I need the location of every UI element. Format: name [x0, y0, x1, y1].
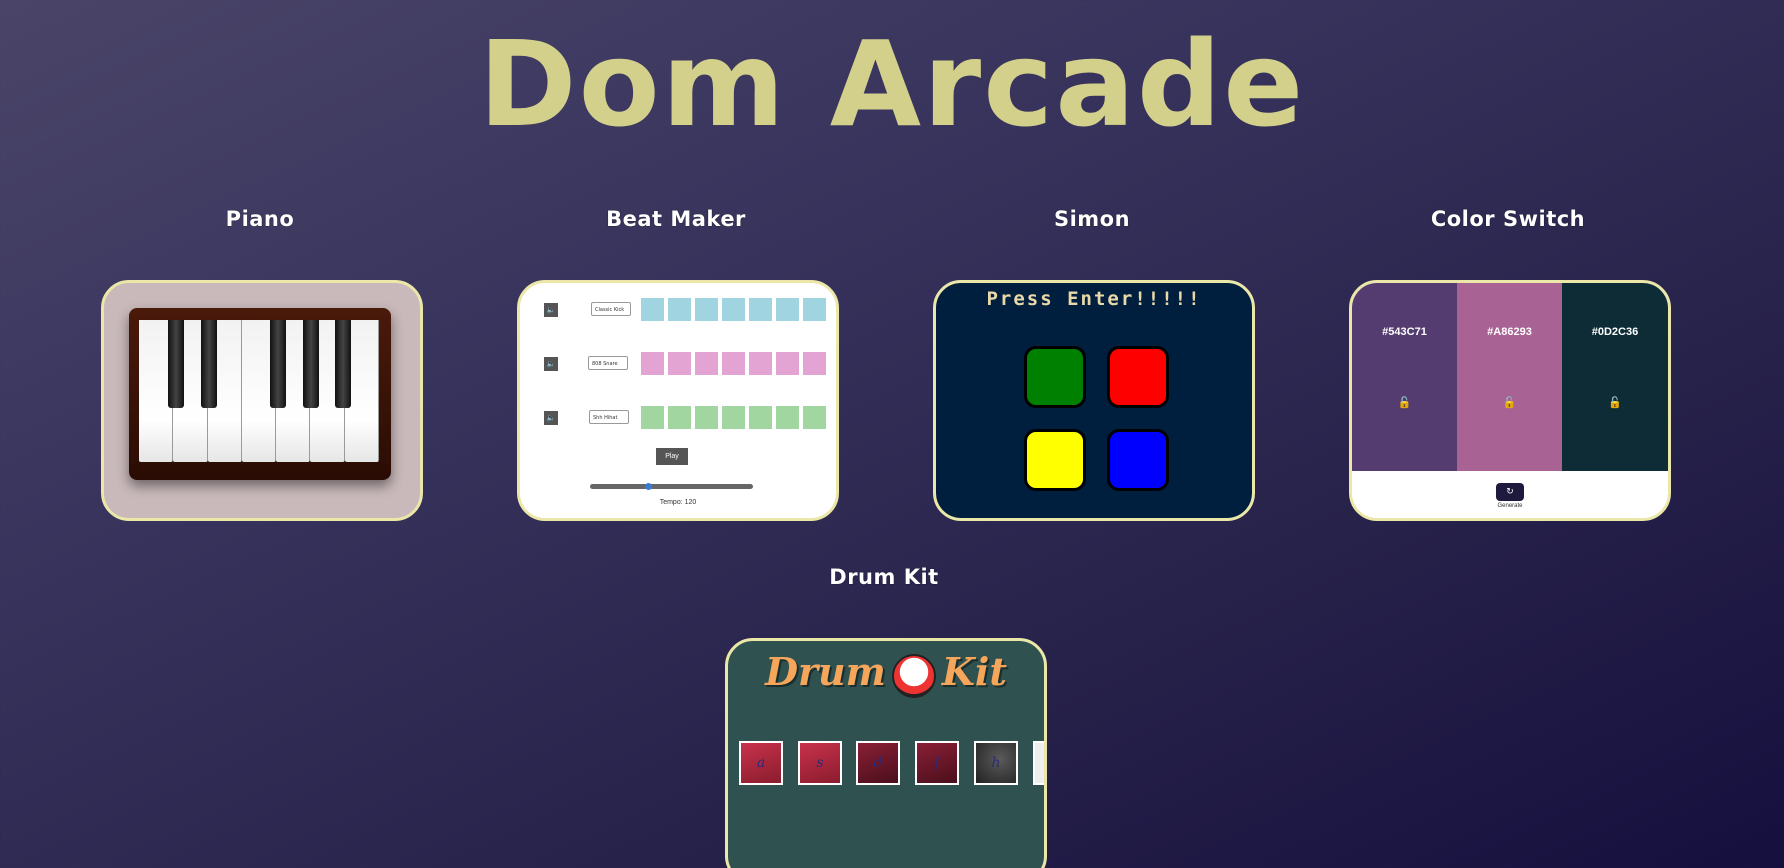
beat-pad — [695, 406, 718, 429]
color-switch-card[interactable]: #543C71 🔓 #A86293 🔓 #0D2C36 🔓 ↻ Generate — [1349, 280, 1671, 521]
piano-black-key — [303, 320, 319, 408]
refresh-icon: ↻ — [1496, 483, 1524, 501]
beat-pad — [749, 406, 772, 429]
beat-maker-track: 🔈 Shh Hihat — [544, 406, 836, 430]
simon-blue-button — [1107, 429, 1169, 491]
beat-pad — [668, 298, 691, 321]
simon-green-button — [1024, 346, 1086, 408]
game-title-simon: Simon — [1053, 207, 1131, 231]
color-hex-label: #0D2C36 — [1591, 326, 1639, 338]
color-hex-label: #A86293 — [1487, 326, 1532, 338]
beat-pad — [776, 298, 799, 321]
beat-pad — [668, 352, 691, 375]
piano-black-key — [168, 320, 184, 408]
drum-key: s — [798, 741, 842, 785]
drum-key: h — [974, 741, 1018, 785]
beat-pad — [803, 352, 826, 375]
drum-key: a — [739, 741, 783, 785]
beat-pad — [695, 352, 718, 375]
beat-pad — [641, 406, 664, 429]
drum-title-right: Kit — [941, 649, 1007, 694]
color-hex-label: #543C71 — [1382, 326, 1427, 338]
tempo-label: Tempo: 120 — [659, 499, 697, 506]
beat-pad — [776, 406, 799, 429]
beat-maker-track: 🔈 808 Snare — [544, 352, 836, 376]
mute-icon: 🔈 — [544, 411, 558, 425]
lock-icon: 🔓 — [1397, 396, 1412, 409]
drum-key — [1033, 741, 1044, 785]
sound-select: Classic Kick — [591, 302, 631, 316]
drum-icon — [891, 653, 936, 698]
mute-icon: 🔈 — [544, 303, 558, 317]
tempo-slider-thumb — [645, 483, 652, 490]
piano-card[interactable] — [101, 280, 423, 521]
sound-select: 808 Snare — [588, 356, 628, 370]
piano-preview — [129, 308, 391, 480]
beat-pad — [695, 298, 718, 321]
game-title-beat-maker: Beat Maker — [606, 207, 746, 231]
color-column: #A86293 🔓 — [1457, 283, 1562, 471]
beat-maker-card[interactable]: 🔈 Classic Kick 🔈 808 Snare 🔈 Shh Hihat P… — [517, 280, 839, 521]
game-title-color-switch: Color Switch — [1430, 207, 1586, 231]
beat-pad — [641, 298, 664, 321]
beat-maker-track: 🔈 Classic Kick — [544, 298, 836, 322]
drum-key: f — [915, 741, 959, 785]
drum-kit-logo: Drum Kit — [728, 649, 1044, 698]
play-button: Play — [656, 448, 688, 465]
game-title-drum-kit: Drum Kit — [829, 565, 939, 589]
lock-icon: 🔓 — [1502, 396, 1517, 409]
page-title: Dom Arcade — [478, 15, 1306, 153]
simon-message: Press Enter!!!!! — [986, 288, 1202, 310]
mute-icon: 🔈 — [544, 357, 558, 371]
drum-title-left: Drum — [765, 649, 886, 694]
tempo-slider — [590, 483, 753, 490]
game-title-piano: Piano — [225, 207, 295, 231]
color-column: #543C71 🔓 — [1352, 283, 1457, 471]
beat-pad — [722, 406, 745, 429]
simon-card[interactable]: Press Enter!!!!! — [933, 280, 1255, 521]
lock-icon: 🔓 — [1608, 396, 1622, 409]
beat-pad — [722, 352, 745, 375]
simon-yellow-button — [1024, 429, 1086, 491]
color-column: #0D2C36 🔓 — [1562, 283, 1668, 471]
simon-red-button — [1107, 346, 1169, 408]
beat-pad — [641, 352, 664, 375]
beat-pad — [668, 406, 691, 429]
beat-pad — [803, 406, 826, 429]
beat-pad — [776, 352, 799, 375]
beat-pad — [749, 352, 772, 375]
beat-pad — [749, 298, 772, 321]
generate-label: Generate — [1497, 503, 1523, 509]
piano-black-key — [270, 320, 286, 408]
beat-pad — [803, 298, 826, 321]
drum-key: d — [856, 741, 900, 785]
piano-black-key — [335, 320, 351, 408]
beat-pad — [722, 298, 745, 321]
sound-select: Shh Hihat — [589, 410, 629, 424]
piano-black-key — [201, 320, 217, 408]
drum-kit-card[interactable]: Drum Kit a s d f h — [725, 638, 1047, 868]
